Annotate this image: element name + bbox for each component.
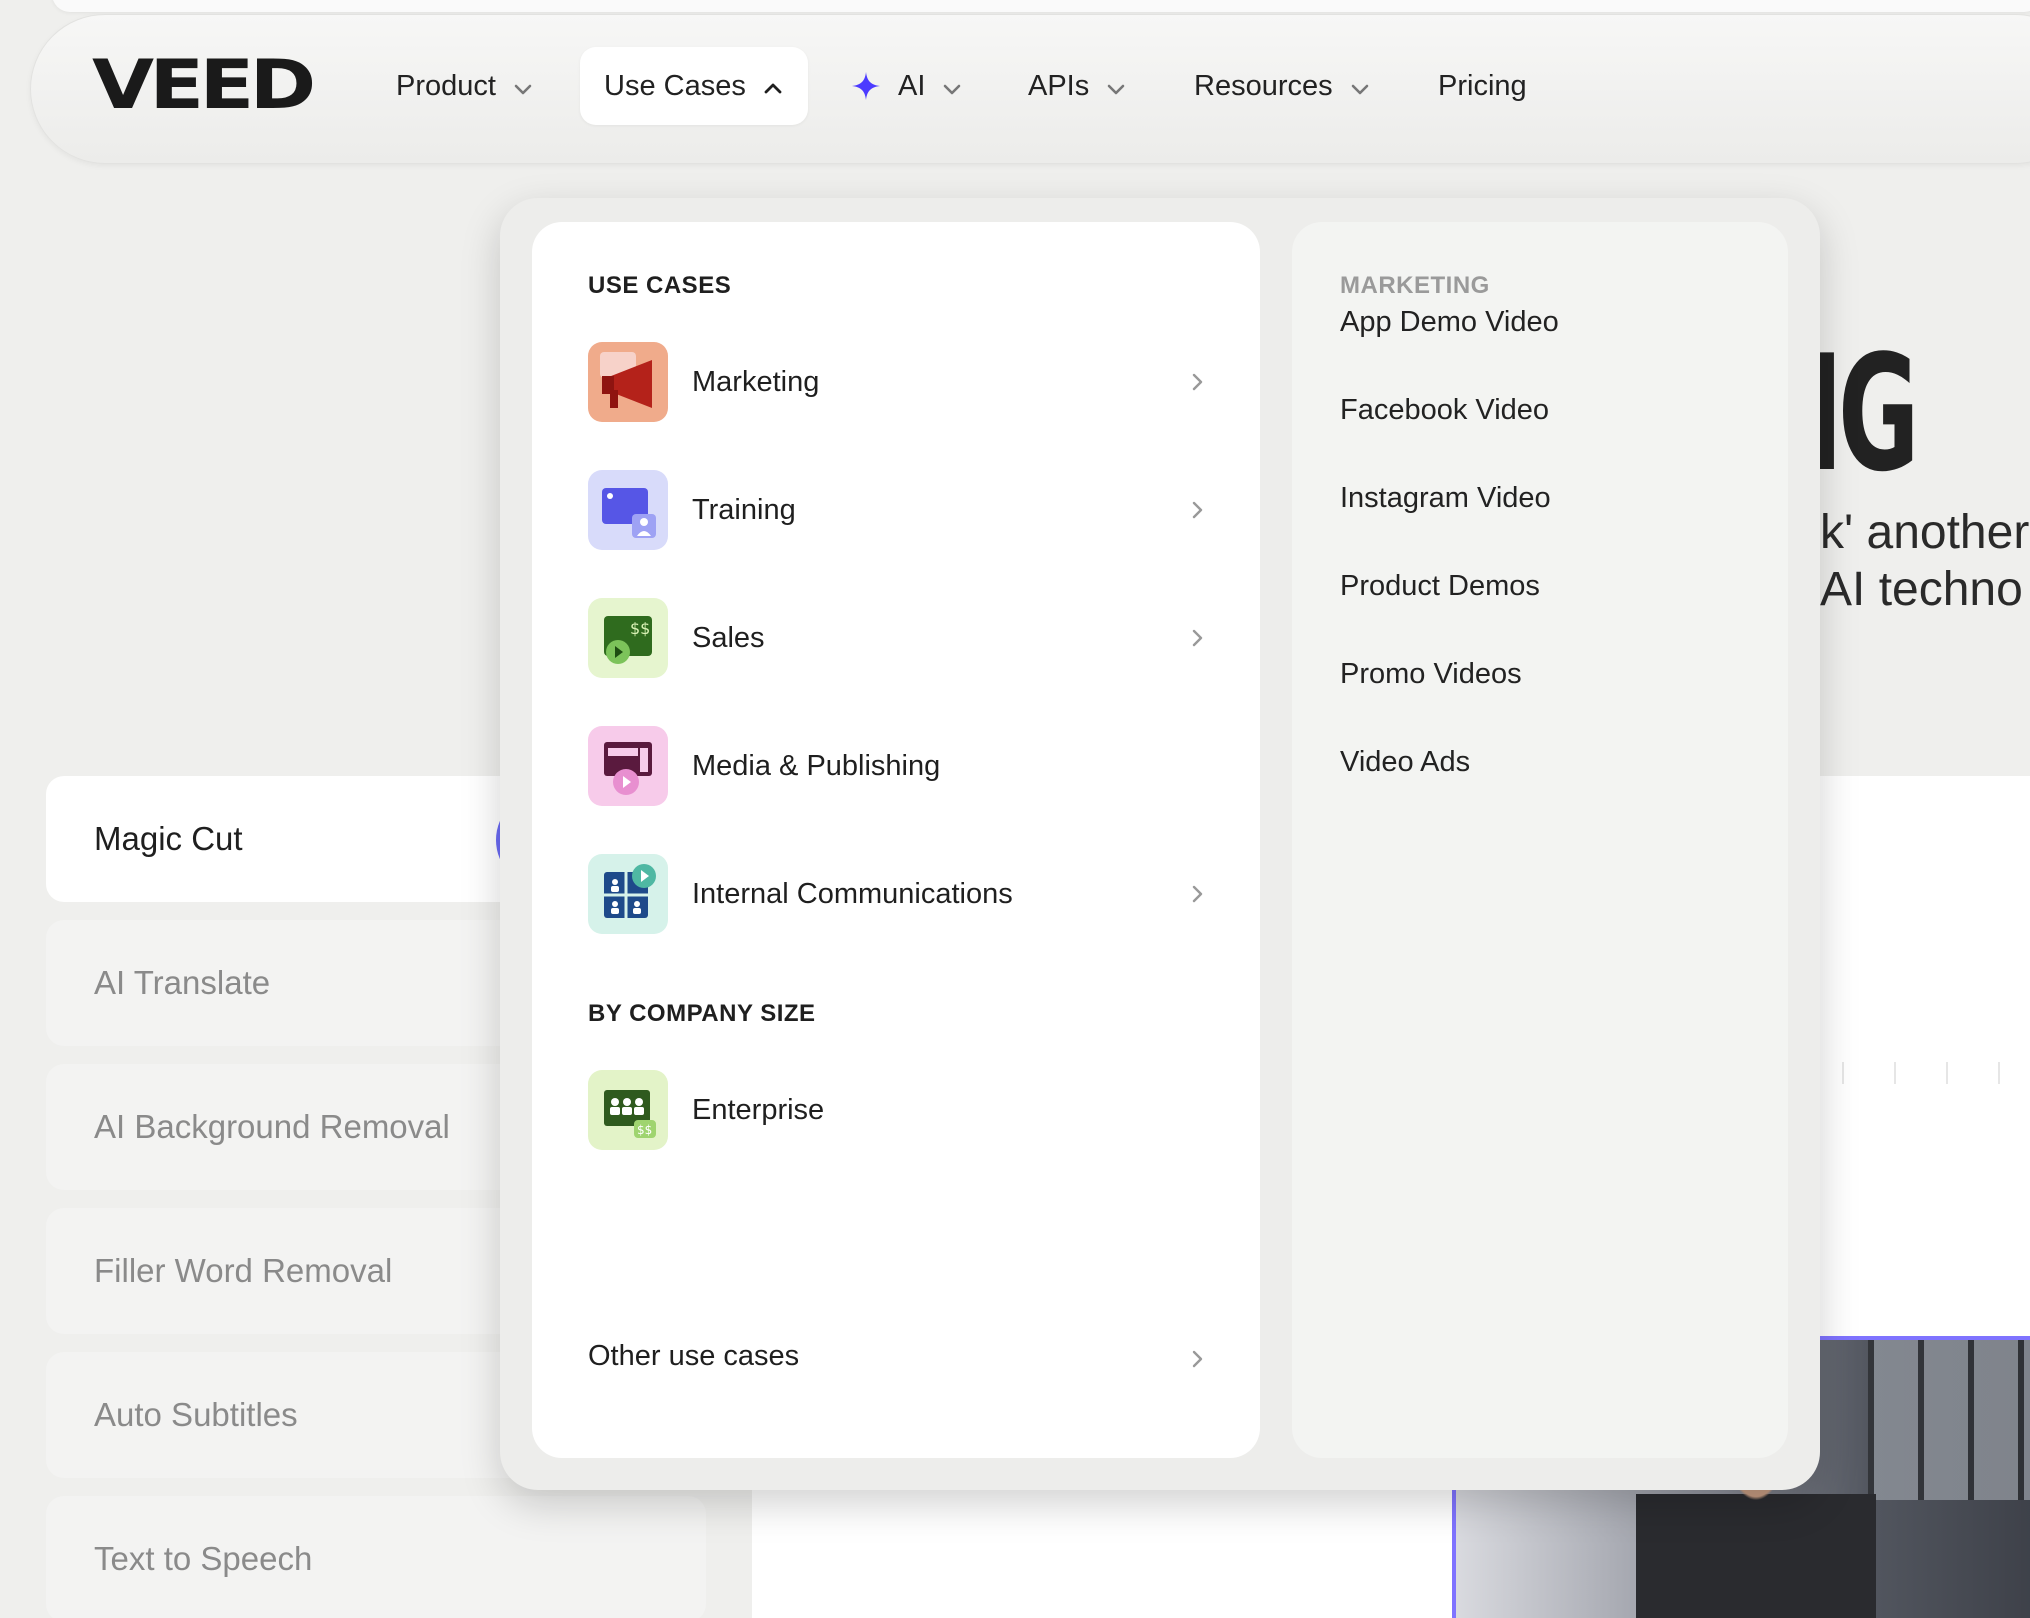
chevron-right-icon <box>1186 883 1208 905</box>
chevron-down-icon <box>941 75 963 97</box>
feature-label: AI Background Removal <box>94 1108 450 1145</box>
chevron-right-icon <box>1186 499 1208 521</box>
menu-item-media-publishing[interactable]: Media & Publishing <box>588 726 1208 806</box>
feature-label: Text to Speech <box>94 1540 313 1577</box>
feature-label: Filler Word Removal <box>94 1252 393 1289</box>
nav-pricing-label: Pricing <box>1438 69 1527 102</box>
link-video-ads[interactable]: Video Ads <box>1340 746 1470 779</box>
link-facebook-video[interactable]: Facebook Video <box>1340 394 1549 427</box>
nav-product[interactable]: Product <box>372 47 558 125</box>
menu-item-sales[interactable]: $$ Sales <box>588 598 1208 678</box>
menu-item-label: Marketing <box>692 365 820 398</box>
megaphone-icon <box>588 342 668 422</box>
chevron-down-icon <box>512 75 534 97</box>
enterprise-team-icon: $$ <box>588 1070 668 1150</box>
nav-apis[interactable]: APIs <box>1004 47 1151 125</box>
media-play-icon <box>588 726 668 806</box>
marketing-heading: MARKETING <box>1340 272 1490 299</box>
chevron-up-icon <box>762 75 784 97</box>
timeline-tick <box>1946 1062 1948 1084</box>
menu-item-marketing[interactable]: Marketing <box>588 342 1208 422</box>
link-product-demos[interactable]: Product Demos <box>1340 570 1540 603</box>
sparkle-icon <box>850 70 882 102</box>
menu-item-internal-communications[interactable]: Internal Communications <box>588 854 1208 934</box>
other-use-cases-link[interactable]: Other use cases <box>588 1332 1208 1380</box>
link-promo-videos[interactable]: Promo Videos <box>1340 658 1522 691</box>
link-app-demo-video[interactable]: App Demo Video <box>1340 306 1559 339</box>
other-use-cases-label: Other use cases <box>588 1339 800 1372</box>
nav-pricing[interactable]: Pricing <box>1414 47 1551 125</box>
presentation-icon <box>588 470 668 550</box>
timeline-tick <box>1998 1062 2000 1084</box>
nav-use-cases-label: Use Cases <box>604 69 746 102</box>
menu-item-label: Internal Communications <box>692 877 1013 910</box>
veed-logo[interactable]: VEED <box>92 50 316 122</box>
team-video-icon <box>588 854 668 934</box>
svg-text:$$: $$ <box>630 619 650 638</box>
menu-item-label: Enterprise <box>692 1093 825 1126</box>
chevron-right-icon <box>1186 627 1208 649</box>
nav-apis-label: APIs <box>1028 69 1090 102</box>
feature-label: Magic Cut <box>94 820 243 857</box>
menu-item-label: Media & Publishing <box>692 749 941 782</box>
chevron-down-icon <box>1349 75 1371 97</box>
hero-subtext-line-2: AI techno <box>1820 563 2023 616</box>
timeline-tick <box>1894 1062 1896 1084</box>
feature-label: Auto Subtitles <box>94 1396 298 1433</box>
menu-item-enterprise[interactable]: $$ Enterprise <box>588 1070 1208 1150</box>
video-background-window <box>1868 1340 2030 1500</box>
top-strip <box>52 0 2030 12</box>
nav-ai-label: AI <box>898 69 926 102</box>
nav-product-label: Product <box>396 69 496 102</box>
feature-label: AI Translate <box>94 964 271 1001</box>
menu-item-training[interactable]: Training <box>588 470 1208 550</box>
feature-text-to-speech[interactable]: Text to Speech <box>46 1496 706 1618</box>
menu-item-label: Training <box>692 493 796 526</box>
timeline-tick <box>1842 1062 1844 1084</box>
nav-use-cases[interactable]: Use Cases <box>580 47 808 125</box>
nav-resources[interactable]: Resources <box>1170 47 1395 125</box>
chevron-right-icon <box>1186 1345 1208 1368</box>
company-size-heading: BY COMPANY SIZE <box>588 1000 816 1027</box>
nav-resources-label: Resources <box>1194 69 1333 102</box>
chevron-right-icon <box>1186 371 1208 393</box>
nav-ai[interactable]: AI <box>826 47 987 125</box>
hero-subtext-line-1: k' another <box>1820 506 2030 559</box>
chevron-down-icon <box>1105 75 1127 97</box>
link-instagram-video[interactable]: Instagram Video <box>1340 482 1551 515</box>
menu-item-label: Sales <box>692 621 765 654</box>
use-cases-heading: USE CASES <box>588 272 732 299</box>
svg-text:$$: $$ <box>637 1123 652 1137</box>
money-video-icon: $$ <box>588 598 668 678</box>
